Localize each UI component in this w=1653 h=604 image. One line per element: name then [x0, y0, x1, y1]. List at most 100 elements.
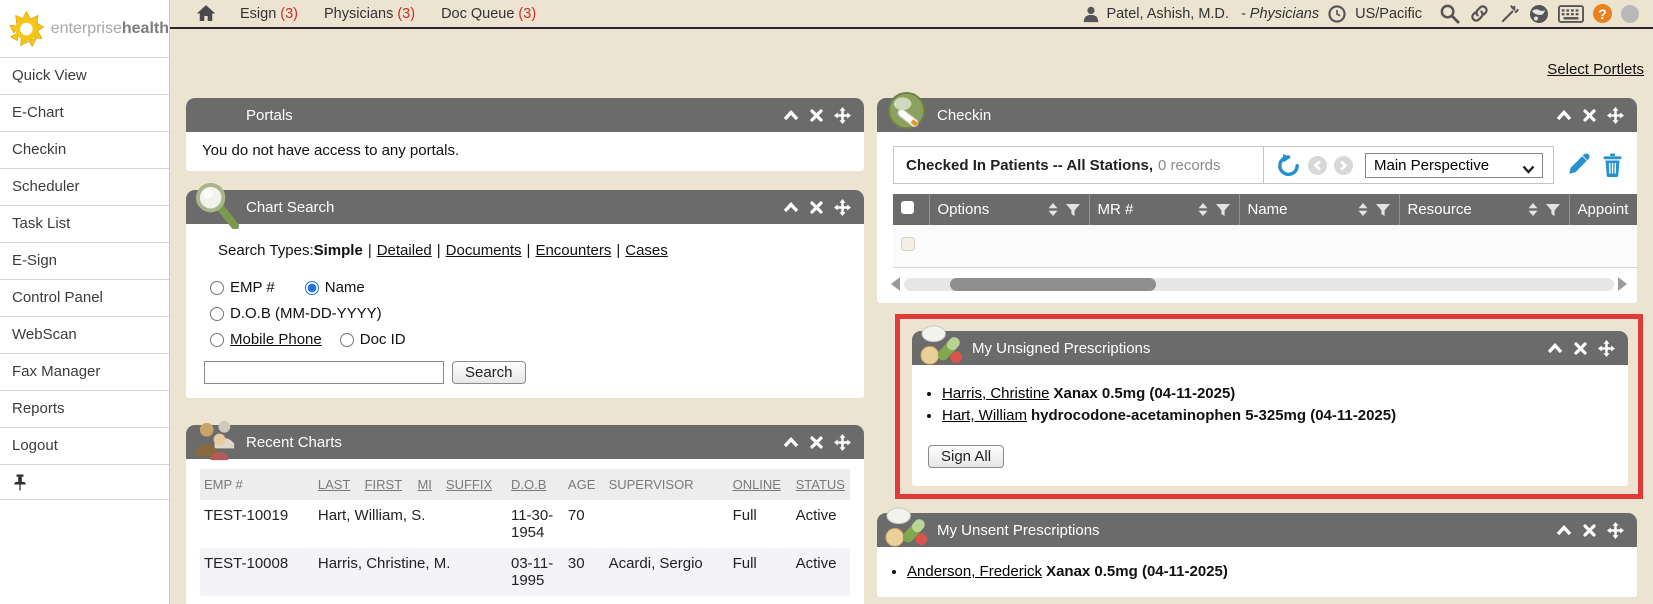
sidebar-item-logout[interactable]: Logout — [0, 427, 169, 464]
col-first[interactable]: FIRST — [361, 469, 414, 500]
collapse-icon[interactable] — [783, 110, 799, 121]
scroll-left-arrow[interactable] — [891, 277, 900, 291]
perspective-select[interactable]: Main Perspective — [1365, 153, 1543, 178]
sort-icon[interactable] — [1357, 202, 1369, 217]
search-type-simple[interactable]: Simple — [314, 242, 363, 259]
search-button[interactable]: Search — [452, 361, 526, 384]
move-icon[interactable] — [834, 199, 851, 216]
delete-trash-icon[interactable] — [1602, 153, 1623, 177]
close-icon[interactable] — [810, 201, 823, 214]
radio-name[interactable] — [305, 281, 319, 295]
scrollbar-thumb[interactable] — [950, 278, 1156, 291]
edit-pencil-icon[interactable] — [1566, 153, 1590, 177]
close-icon[interactable] — [810, 436, 823, 449]
radio-dob-label[interactable]: D.O.B (MM-DD-YYYY) — [230, 305, 382, 322]
cell-emp[interactable]: TEST-10008 — [200, 548, 314, 596]
topbar-item-physicians[interactable]: Physicians(3) — [324, 6, 415, 22]
sidebar-item-quick-view[interactable]: Quick View — [0, 57, 169, 94]
move-icon[interactable] — [1598, 340, 1615, 357]
radio-doc-id-label[interactable]: Doc ID — [360, 331, 406, 348]
globe-icon[interactable] — [1529, 4, 1549, 24]
sort-icon[interactable] — [1197, 202, 1209, 217]
sidebar-item-control-panel[interactable]: Control Panel — [0, 279, 169, 316]
radio-emp-label[interactable]: EMP # — [230, 279, 275, 296]
wand-icon[interactable] — [1499, 3, 1520, 24]
keyboard-icon[interactable] — [1558, 5, 1584, 23]
collapse-icon[interactable] — [783, 437, 799, 448]
sidebar-item-e-sign[interactable]: E-Sign — [0, 242, 169, 279]
filter-icon[interactable] — [1215, 203, 1231, 217]
search-type-documents[interactable]: Documents — [446, 242, 522, 259]
sidebar-item-checkin[interactable]: Checkin — [0, 131, 169, 168]
col-dob[interactable]: D.O.B — [507, 469, 564, 500]
collapse-icon[interactable] — [1556, 525, 1572, 536]
col-online[interactable]: ONLINE — [729, 469, 792, 500]
table-row[interactable]: TEST-10019 Hart, William, S. 11-30-1954 … — [200, 500, 850, 548]
col-last[interactable]: LAST — [314, 469, 361, 500]
col-mr-number[interactable]: MR # — [1089, 194, 1239, 225]
patient-link[interactable]: Anderson, Frederick — [907, 563, 1042, 580]
col-name[interactable]: Name — [1239, 194, 1399, 225]
sidebar-item-reports[interactable]: Reports — [0, 390, 169, 427]
table-row[interactable]: TEST-10008 Harris, Christine, M. 03-11-1… — [200, 548, 850, 596]
sidebar-item-webscan[interactable]: WebScan — [0, 316, 169, 353]
radio-name-label[interactable]: Name — [325, 279, 365, 296]
radio-mobile-phone[interactable] — [210, 333, 224, 347]
search-type-encounters[interactable]: Encounters — [535, 242, 611, 259]
col-options[interactable]: Options — [929, 194, 1089, 225]
move-icon[interactable] — [1607, 522, 1624, 539]
sidebar-item-scheduler[interactable]: Scheduler — [0, 168, 169, 205]
filter-icon[interactable] — [1545, 203, 1561, 217]
filter-icon[interactable] — [1375, 203, 1391, 217]
sort-icon[interactable] — [1047, 202, 1059, 217]
scrollbar-track[interactable] — [904, 278, 1614, 291]
col-suffix[interactable]: SUFFIX — [442, 469, 507, 500]
close-icon[interactable] — [1574, 342, 1587, 355]
select-all-checkbox[interactable] — [893, 194, 929, 225]
next-page-icon[interactable] — [1334, 156, 1353, 175]
sort-icon[interactable] — [1527, 202, 1539, 217]
move-icon[interactable] — [834, 434, 851, 451]
move-icon[interactable] — [834, 107, 851, 124]
collapse-icon[interactable] — [1547, 343, 1563, 354]
radio-mobile-label[interactable]: Mobile Phone — [230, 331, 322, 348]
col-mi[interactable]: MI — [413, 469, 441, 500]
radio-emp-number[interactable] — [210, 281, 224, 295]
search-type-cases[interactable]: Cases — [625, 242, 668, 259]
col-status[interactable]: STATUS — [792, 469, 850, 500]
sidebar-item-e-chart[interactable]: E-Chart — [0, 94, 169, 131]
chart-search-input[interactable] — [204, 361, 444, 384]
sidebar-item-task-list[interactable]: Task List — [0, 205, 169, 242]
filter-icon[interactable] — [1065, 203, 1081, 217]
col-resource[interactable]: Resource — [1399, 194, 1569, 225]
select-portlets-link[interactable]: Select Portlets — [1547, 61, 1644, 78]
close-icon[interactable] — [810, 109, 823, 122]
search-icon[interactable] — [1439, 3, 1460, 24]
sidebar-item-fax-manager[interactable]: Fax Manager — [0, 353, 169, 390]
patient-link[interactable]: Harris, Christine — [942, 385, 1050, 402]
sign-all-button[interactable]: Sign All — [928, 445, 1004, 468]
move-icon[interactable] — [1607, 107, 1624, 124]
pin-icon[interactable] — [13, 474, 27, 491]
help-icon[interactable]: ? — [1593, 4, 1612, 23]
close-icon[interactable] — [1583, 524, 1596, 537]
row-checkbox[interactable] — [893, 225, 929, 268]
radio-doc-id[interactable] — [340, 333, 354, 347]
scroll-right-arrow[interactable] — [1618, 277, 1627, 291]
cell-name[interactable]: Hart, William, S. — [314, 500, 507, 548]
patient-link[interactable]: Hart, William — [942, 407, 1027, 424]
refresh-icon[interactable] — [1276, 153, 1301, 178]
collapse-icon[interactable] — [783, 202, 799, 213]
prev-page-icon[interactable] — [1308, 156, 1327, 175]
col-appointment[interactable]: Appoint — [1569, 194, 1637, 225]
link-icon[interactable] — [1469, 3, 1490, 24]
close-icon[interactable] — [1583, 109, 1596, 122]
home-icon[interactable] — [196, 4, 216, 23]
topbar-item-esign[interactable]: Esign(3) — [240, 6, 298, 22]
radio-dob[interactable] — [210, 307, 224, 321]
cell-emp[interactable]: TEST-10019 — [200, 500, 314, 548]
search-type-detailed[interactable]: Detailed — [377, 242, 432, 259]
collapse-icon[interactable] — [1556, 110, 1572, 121]
cell-name[interactable]: Harris, Christine, M. — [314, 548, 507, 596]
topbar-item-doc-queue[interactable]: Doc Queue(3) — [441, 6, 536, 22]
